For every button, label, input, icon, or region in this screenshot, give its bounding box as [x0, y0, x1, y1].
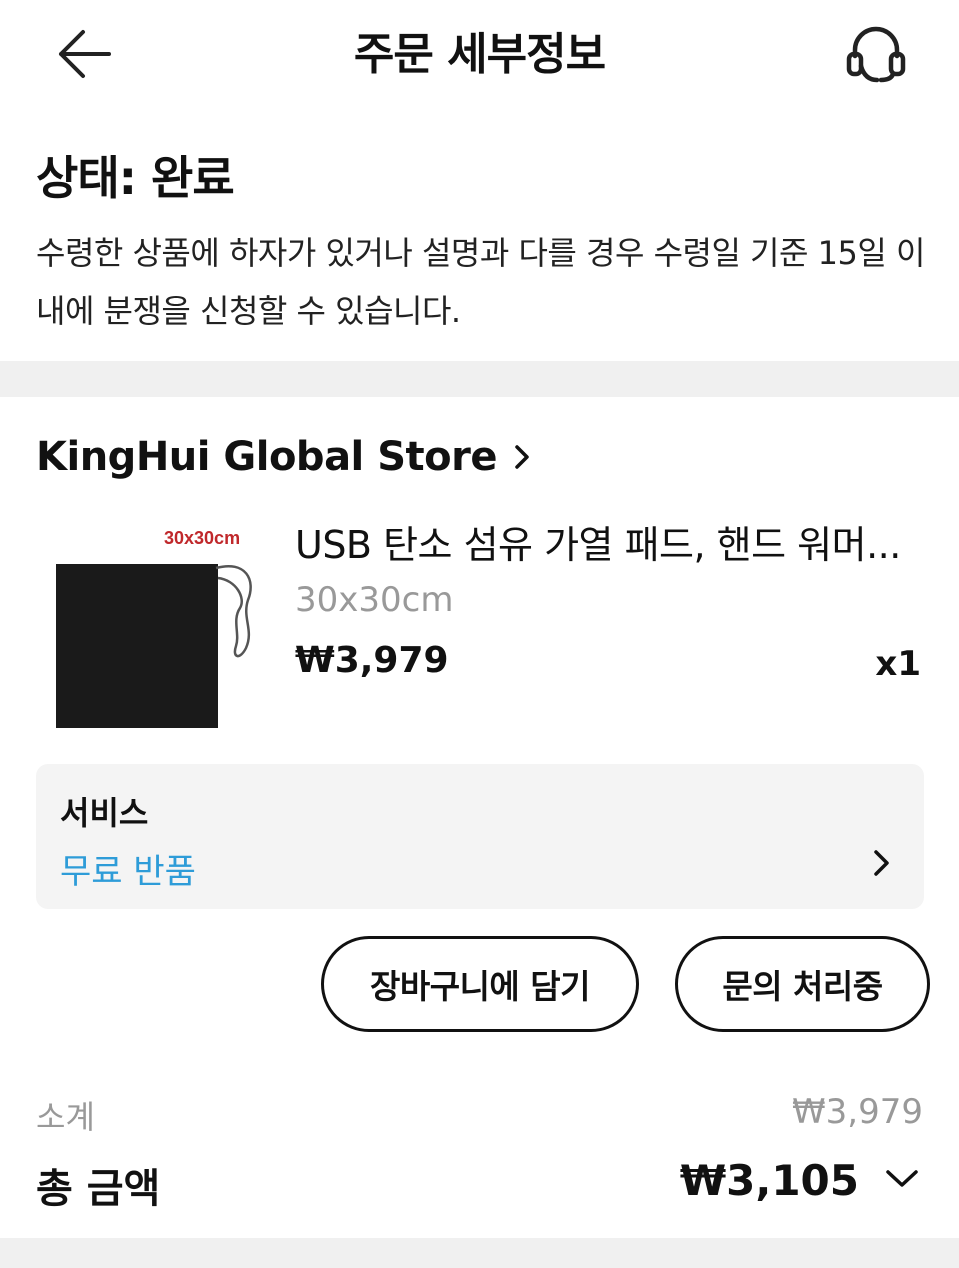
product-variant: 30x30cm	[295, 580, 454, 620]
total-value: ₩3,105	[679, 1156, 859, 1205]
store-name: KingHui Global Store	[36, 434, 497, 480]
product-thumbnail[interactable]: 30x30cm	[36, 520, 270, 734]
headset-icon	[846, 26, 906, 83]
chevron-right-icon	[872, 848, 892, 882]
order-details-page: 주문 세부정보 상태: 완료 수령한 상품에 하자가 있거나 설명과 다를 경우…	[0, 0, 959, 1268]
service-label: 서비스	[60, 794, 149, 832]
usb-cable-image	[215, 565, 252, 658]
service-value-free-return: 무료 반품	[60, 852, 196, 892]
chevron-right-icon	[513, 443, 531, 471]
chevron-down-icon[interactable]	[884, 1168, 920, 1194]
add-to-cart-button[interactable]: 장바구니에 담기	[321, 936, 639, 1032]
inquiry-status-button[interactable]: 문의 처리중	[675, 936, 930, 1032]
product-image-size-tag: 30x30cm	[164, 528, 241, 548]
subtotal-value: ₩3,979	[792, 1092, 923, 1132]
total-label: 총 금액	[36, 1166, 161, 1212]
section-divider	[0, 361, 959, 397]
heating-pad-image	[56, 564, 218, 728]
customer-support-button[interactable]	[840, 22, 912, 86]
store-link[interactable]: KingHui Global Store	[36, 434, 531, 480]
service-box[interactable]: 서비스 무료 반품	[36, 764, 924, 909]
product-quantity: x1	[875, 644, 921, 684]
top-app-bar: 주문 세부정보	[0, 0, 959, 110]
order-status-title: 상태: 완료	[36, 151, 235, 205]
product-title[interactable]: USB 탄소 섬유 가열 패드, 핸드 워머...	[295, 514, 920, 569]
product-price: ₩3,979	[295, 640, 449, 681]
order-status-description: 수령한 상품에 하자가 있거나 설명과 다를 경우 수령일 기준 15일 이내에…	[36, 234, 925, 330]
subtotal-label: 소계	[36, 1098, 95, 1136]
section-divider	[0, 1238, 959, 1268]
page-title: 주문 세부정보	[353, 29, 606, 80]
